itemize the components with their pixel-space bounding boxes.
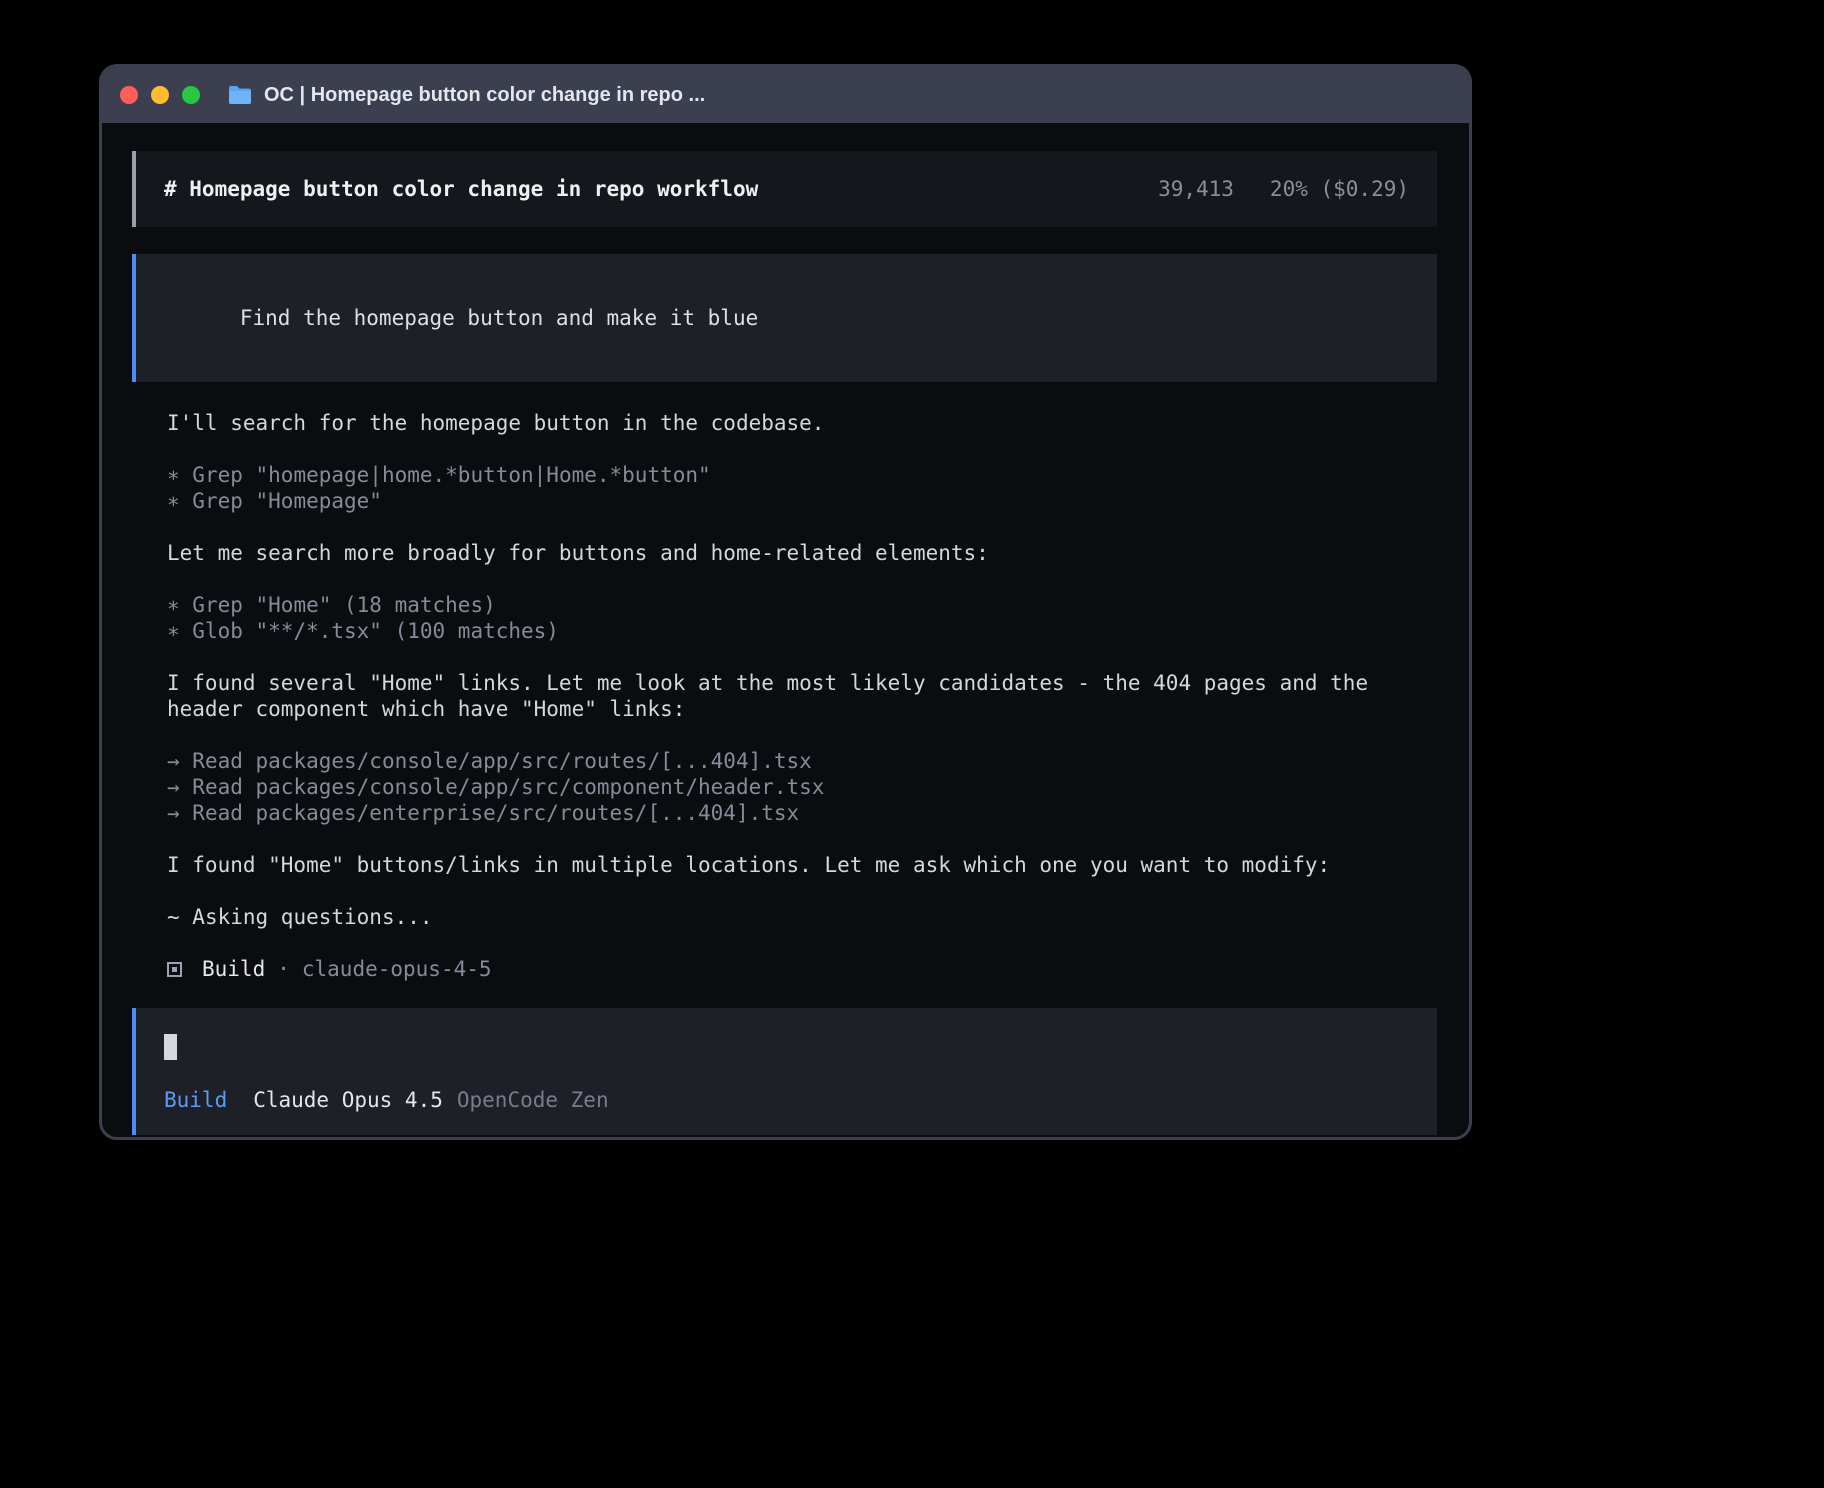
session-header: # Homepage button color change in repo w… [132, 151, 1437, 227]
input-status-bar: Build Claude Opus 4.5 OpenCode Zen [164, 1087, 1409, 1113]
text-content: I found "Home" buttons/links in multiple… [167, 853, 1330, 877]
tool-content: Read packages/console/app/src/routes/[..… [192, 749, 812, 773]
tool-arrow-icon: → [167, 775, 192, 799]
separator-dot: · [277, 956, 290, 982]
session-stats: 39,413 20% ($0.29) [1158, 176, 1409, 202]
transcript-line-text: I'll search for the homepage button in t… [167, 410, 1437, 436]
tool-bullet-icon: ∗ [167, 463, 192, 487]
transcript-line-tool: ∗ Grep "Homepage" [167, 488, 1437, 514]
transcript-line-tool: ∗ Glob "**/*.tsx" (100 matches) [167, 618, 1437, 644]
assistant-transcript: I'll search for the homepage button in t… [132, 410, 1437, 982]
transcript-line-tool: → Read packages/console/app/src/componen… [167, 774, 1437, 800]
text-content: I found several "Home" links. Let me loo… [167, 671, 1381, 721]
minimize-button[interactable] [151, 86, 169, 104]
transcript-line-agent: Build · claude-opus-4-5 [167, 956, 1437, 982]
tool-bullet-icon: ∗ [167, 593, 192, 617]
terminal-window: OC | Homepage button color change in rep… [99, 64, 1472, 1140]
transcript-line-status: ~ Asking questions... [167, 904, 1437, 930]
agent-model-id: claude-opus-4-5 [302, 956, 492, 982]
session-title: # Homepage button color change in repo w… [164, 176, 758, 202]
user-message-text: Find the homepage button and make it blu… [240, 306, 758, 330]
prompt-input[interactable]: Build Claude Opus 4.5 OpenCode Zen [132, 1008, 1437, 1135]
status-content: Asking questions... [192, 905, 432, 929]
user-message: Find the homepage button and make it blu… [132, 254, 1437, 382]
agent-icon [167, 962, 182, 977]
tool-bullet-icon: ∗ [167, 489, 192, 513]
zoom-button[interactable] [182, 86, 200, 104]
transcript-line-blank [167, 436, 1437, 462]
window-titlebar[interactable]: OC | Homepage button color change in rep… [102, 67, 1469, 123]
transcript-line-blank [167, 566, 1437, 592]
transcript-line-blank [167, 722, 1437, 748]
transcript-line-text: I found "Home" buttons/links in multiple… [167, 852, 1437, 878]
close-button[interactable] [120, 86, 138, 104]
transcript-line-blank [167, 514, 1437, 540]
tool-arrow-icon: → [167, 801, 192, 825]
session-view: # Homepage button color change in repo w… [102, 123, 1469, 1140]
transcript-line-tool: → Read packages/enterprise/src/routes/[.… [167, 800, 1437, 826]
transcript-line-blank [167, 644, 1437, 670]
transcript-line-blank [167, 826, 1437, 852]
tool-content: Glob "**/*.tsx" (100 matches) [192, 619, 559, 643]
tool-content: Read packages/console/app/src/component/… [192, 775, 824, 799]
tool-content: Read packages/enterprise/src/routes/[...… [192, 801, 799, 825]
transcript-line-tool: ∗ Grep "homepage|home.*button|Home.*butt… [167, 462, 1437, 488]
token-count: 39,413 [1158, 176, 1234, 202]
window-title: OC | Homepage button color change in rep… [264, 84, 705, 107]
text-content: I'll search for the homepage button in t… [167, 411, 824, 435]
tool-content: Grep "Homepage" [192, 489, 382, 513]
tool-content: Grep "Home" (18 matches) [192, 593, 495, 617]
text-cursor [164, 1034, 177, 1060]
agent-mode-label[interactable]: Build [164, 1087, 227, 1113]
tool-bullet-icon: ∗ [167, 619, 192, 643]
window-controls [120, 86, 200, 104]
status-spinner-glyph: ~ [167, 905, 192, 929]
tool-content: Grep "homepage|home.*button|Home.*button… [192, 463, 710, 487]
folder-icon [228, 85, 252, 105]
provider-label: OpenCode Zen [457, 1087, 609, 1113]
transcript-line-tool: → Read packages/console/app/src/routes/[… [167, 748, 1437, 774]
context-usage: 20% ($0.29) [1270, 176, 1409, 202]
tool-arrow-icon: → [167, 749, 192, 773]
agent-icon-dot [172, 967, 177, 972]
model-label[interactable]: Claude Opus 4.5 [253, 1087, 443, 1113]
text-content: Let me search more broadly for buttons a… [167, 541, 989, 565]
transcript-line-blank [167, 878, 1437, 904]
agent-name: Build [202, 956, 265, 982]
transcript-line-text: I found several "Home" links. Let me loo… [167, 670, 1437, 722]
transcript-line-tool: ∗ Grep "Home" (18 matches) [167, 592, 1437, 618]
transcript-line-text: Let me search more broadly for buttons a… [167, 540, 1437, 566]
transcript-line-blank [167, 930, 1437, 956]
